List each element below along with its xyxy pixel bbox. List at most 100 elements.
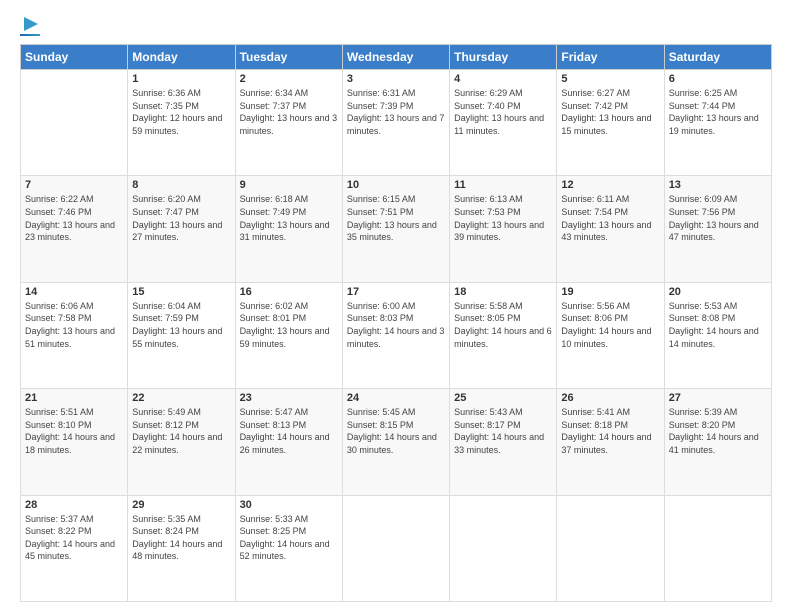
day-info: Sunrise: 5:37 AMSunset: 8:22 PMDaylight:… — [25, 513, 123, 563]
day-info: Sunrise: 6:22 AMSunset: 7:46 PMDaylight:… — [25, 193, 123, 243]
day-info: Sunrise: 6:06 AMSunset: 7:58 PMDaylight:… — [25, 300, 123, 350]
calendar-cell: 8 Sunrise: 6:20 AMSunset: 7:47 PMDayligh… — [128, 176, 235, 282]
day-info: Sunrise: 6:09 AMSunset: 7:56 PMDaylight:… — [669, 193, 767, 243]
day-info: Sunrise: 6:13 AMSunset: 7:53 PMDaylight:… — [454, 193, 552, 243]
calendar-cell — [557, 495, 664, 601]
day-header-sunday: Sunday — [21, 45, 128, 70]
week-row-2: 14 Sunrise: 6:06 AMSunset: 7:58 PMDaylig… — [21, 282, 772, 388]
day-info: Sunrise: 6:29 AMSunset: 7:40 PMDaylight:… — [454, 87, 552, 137]
day-header-wednesday: Wednesday — [342, 45, 449, 70]
day-info: Sunrise: 5:49 AMSunset: 8:12 PMDaylight:… — [132, 406, 230, 456]
day-number: 2 — [240, 73, 338, 85]
week-row-1: 7 Sunrise: 6:22 AMSunset: 7:46 PMDayligh… — [21, 176, 772, 282]
calendar-cell: 14 Sunrise: 6:06 AMSunset: 7:58 PMDaylig… — [21, 282, 128, 388]
calendar-cell — [21, 70, 128, 176]
day-number: 11 — [454, 179, 552, 191]
calendar-cell: 28 Sunrise: 5:37 AMSunset: 8:22 PMDaylig… — [21, 495, 128, 601]
calendar-cell: 23 Sunrise: 5:47 AMSunset: 8:13 PMDaylig… — [235, 389, 342, 495]
calendar-cell: 16 Sunrise: 6:02 AMSunset: 8:01 PMDaylig… — [235, 282, 342, 388]
day-number: 15 — [132, 286, 230, 298]
calendar-cell: 6 Sunrise: 6:25 AMSunset: 7:44 PMDayligh… — [664, 70, 771, 176]
calendar-cell: 19 Sunrise: 5:56 AMSunset: 8:06 PMDaylig… — [557, 282, 664, 388]
calendar-cell: 27 Sunrise: 5:39 AMSunset: 8:20 PMDaylig… — [664, 389, 771, 495]
day-number: 7 — [25, 179, 123, 191]
day-number: 13 — [669, 179, 767, 191]
calendar-cell: 20 Sunrise: 5:53 AMSunset: 8:08 PMDaylig… — [664, 282, 771, 388]
page: SundayMondayTuesdayWednesdayThursdayFrid… — [0, 0, 792, 612]
calendar-cell: 9 Sunrise: 6:18 AMSunset: 7:49 PMDayligh… — [235, 176, 342, 282]
calendar-cell: 10 Sunrise: 6:15 AMSunset: 7:51 PMDaylig… — [342, 176, 449, 282]
day-number: 22 — [132, 392, 230, 404]
day-info: Sunrise: 5:53 AMSunset: 8:08 PMDaylight:… — [669, 300, 767, 350]
calendar-cell: 3 Sunrise: 6:31 AMSunset: 7:39 PMDayligh… — [342, 70, 449, 176]
day-info: Sunrise: 6:18 AMSunset: 7:49 PMDaylight:… — [240, 193, 338, 243]
day-info: Sunrise: 6:27 AMSunset: 7:42 PMDaylight:… — [561, 87, 659, 137]
calendar-cell: 21 Sunrise: 5:51 AMSunset: 8:10 PMDaylig… — [21, 389, 128, 495]
day-number: 25 — [454, 392, 552, 404]
logo-arrow-icon — [22, 15, 40, 33]
day-number: 21 — [25, 392, 123, 404]
day-info: Sunrise: 5:35 AMSunset: 8:24 PMDaylight:… — [132, 513, 230, 563]
day-info: Sunrise: 6:34 AMSunset: 7:37 PMDaylight:… — [240, 87, 338, 137]
week-row-3: 21 Sunrise: 5:51 AMSunset: 8:10 PMDaylig… — [21, 389, 772, 495]
calendar-cell: 25 Sunrise: 5:43 AMSunset: 8:17 PMDaylig… — [450, 389, 557, 495]
calendar-cell: 15 Sunrise: 6:04 AMSunset: 7:59 PMDaylig… — [128, 282, 235, 388]
day-number: 26 — [561, 392, 659, 404]
day-info: Sunrise: 6:02 AMSunset: 8:01 PMDaylight:… — [240, 300, 338, 350]
calendar-cell — [450, 495, 557, 601]
calendar-cell: 11 Sunrise: 6:13 AMSunset: 7:53 PMDaylig… — [450, 176, 557, 282]
day-number: 24 — [347, 392, 445, 404]
day-info: Sunrise: 5:43 AMSunset: 8:17 PMDaylight:… — [454, 406, 552, 456]
day-info: Sunrise: 5:41 AMSunset: 8:18 PMDaylight:… — [561, 406, 659, 456]
day-info: Sunrise: 6:00 AMSunset: 8:03 PMDaylight:… — [347, 300, 445, 350]
day-info: Sunrise: 6:36 AMSunset: 7:35 PMDaylight:… — [132, 87, 230, 137]
calendar-cell: 18 Sunrise: 5:58 AMSunset: 8:05 PMDaylig… — [450, 282, 557, 388]
day-info: Sunrise: 5:47 AMSunset: 8:13 PMDaylight:… — [240, 406, 338, 456]
day-number: 8 — [132, 179, 230, 191]
calendar-cell: 24 Sunrise: 5:45 AMSunset: 8:15 PMDaylig… — [342, 389, 449, 495]
day-header-thursday: Thursday — [450, 45, 557, 70]
calendar-table: SundayMondayTuesdayWednesdayThursdayFrid… — [20, 44, 772, 602]
day-info: Sunrise: 5:51 AMSunset: 8:10 PMDaylight:… — [25, 406, 123, 456]
day-number: 23 — [240, 392, 338, 404]
calendar-cell: 5 Sunrise: 6:27 AMSunset: 7:42 PMDayligh… — [557, 70, 664, 176]
days-header-row: SundayMondayTuesdayWednesdayThursdayFrid… — [21, 45, 772, 70]
calendar-cell: 1 Sunrise: 6:36 AMSunset: 7:35 PMDayligh… — [128, 70, 235, 176]
calendar-cell: 30 Sunrise: 5:33 AMSunset: 8:25 PMDaylig… — [235, 495, 342, 601]
day-info: Sunrise: 6:04 AMSunset: 7:59 PMDaylight:… — [132, 300, 230, 350]
day-number: 14 — [25, 286, 123, 298]
day-number: 17 — [347, 286, 445, 298]
calendar-cell: 29 Sunrise: 5:35 AMSunset: 8:24 PMDaylig… — [128, 495, 235, 601]
day-number: 10 — [347, 179, 445, 191]
day-number: 19 — [561, 286, 659, 298]
day-info: Sunrise: 5:33 AMSunset: 8:25 PMDaylight:… — [240, 513, 338, 563]
day-info: Sunrise: 6:11 AMSunset: 7:54 PMDaylight:… — [561, 193, 659, 243]
day-number: 5 — [561, 73, 659, 85]
calendar-cell: 2 Sunrise: 6:34 AMSunset: 7:37 PMDayligh… — [235, 70, 342, 176]
day-number: 28 — [25, 499, 123, 511]
day-header-friday: Friday — [557, 45, 664, 70]
day-number: 4 — [454, 73, 552, 85]
day-info: Sunrise: 6:20 AMSunset: 7:47 PMDaylight:… — [132, 193, 230, 243]
day-info: Sunrise: 6:31 AMSunset: 7:39 PMDaylight:… — [347, 87, 445, 137]
day-header-monday: Monday — [128, 45, 235, 70]
day-number: 16 — [240, 286, 338, 298]
day-header-saturday: Saturday — [664, 45, 771, 70]
day-info: Sunrise: 6:15 AMSunset: 7:51 PMDaylight:… — [347, 193, 445, 243]
day-number: 6 — [669, 73, 767, 85]
day-number: 18 — [454, 286, 552, 298]
logo — [20, 15, 40, 36]
calendar-cell: 17 Sunrise: 6:00 AMSunset: 8:03 PMDaylig… — [342, 282, 449, 388]
calendar-cell: 4 Sunrise: 6:29 AMSunset: 7:40 PMDayligh… — [450, 70, 557, 176]
week-row-0: 1 Sunrise: 6:36 AMSunset: 7:35 PMDayligh… — [21, 70, 772, 176]
calendar-cell: 7 Sunrise: 6:22 AMSunset: 7:46 PMDayligh… — [21, 176, 128, 282]
day-number: 29 — [132, 499, 230, 511]
day-number: 12 — [561, 179, 659, 191]
day-info: Sunrise: 5:56 AMSunset: 8:06 PMDaylight:… — [561, 300, 659, 350]
day-info: Sunrise: 5:45 AMSunset: 8:15 PMDaylight:… — [347, 406, 445, 456]
day-number: 3 — [347, 73, 445, 85]
calendar-cell: 12 Sunrise: 6:11 AMSunset: 7:54 PMDaylig… — [557, 176, 664, 282]
day-info: Sunrise: 6:25 AMSunset: 7:44 PMDaylight:… — [669, 87, 767, 137]
day-header-tuesday: Tuesday — [235, 45, 342, 70]
day-number: 30 — [240, 499, 338, 511]
